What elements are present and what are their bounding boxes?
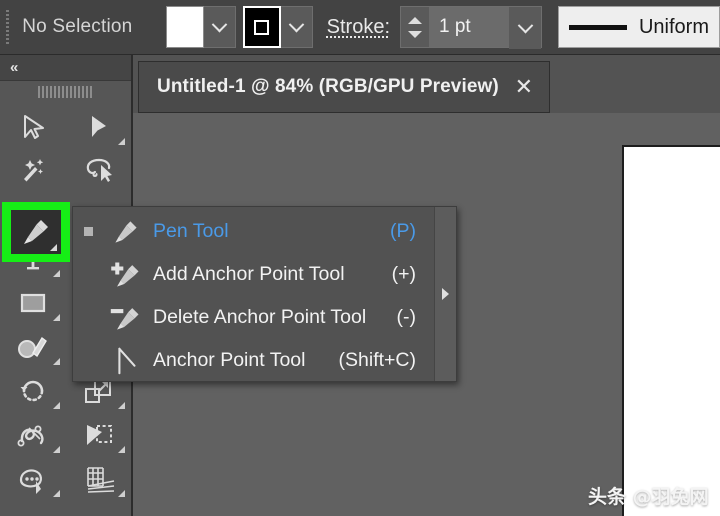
menu-item-shortcut: (P) xyxy=(390,220,416,242)
chevron-down-icon xyxy=(288,16,304,32)
sidebar-item-shaper-tool[interactable] xyxy=(0,325,66,369)
pen-nib-icon xyxy=(99,217,153,247)
flyout-corner-icon xyxy=(118,138,125,145)
selected-bullet xyxy=(77,227,99,236)
sidebar-item-rotate-tool[interactable] xyxy=(0,369,66,413)
magic-wand-icon xyxy=(23,159,43,182)
tear-off-arrow-icon xyxy=(442,288,449,300)
flyout-corner-icon xyxy=(118,446,125,453)
stroke-weight-label[interactable]: Stroke: xyxy=(327,16,390,39)
flyout-corner-icon xyxy=(118,490,125,497)
control-bar-grip-icon[interactable] xyxy=(5,10,11,44)
pen-tool-highlight-box xyxy=(2,202,70,262)
rotate-icon xyxy=(20,380,44,402)
fill-dropdown-button[interactable] xyxy=(203,6,236,48)
tool-panel-header: « xyxy=(0,55,131,81)
flyout-corner-icon xyxy=(52,402,60,409)
sidebar-item-lasso-tool[interactable] xyxy=(66,149,132,193)
pen-plus-icon xyxy=(99,259,153,291)
artboard[interactable] xyxy=(622,145,720,516)
fill-swatch[interactable] xyxy=(165,6,204,48)
pen-tool-button[interactable] xyxy=(11,210,61,254)
sidebar-item-magic-wand-tool[interactable] xyxy=(0,149,66,193)
stroke-weight-stepper[interactable]: 1 pt xyxy=(400,6,542,49)
flyout-corner-icon xyxy=(52,490,60,497)
menu-item-pen-tool[interactable]: Pen Tool (P) xyxy=(73,210,434,253)
sidebar-item-free-transform-tool[interactable] xyxy=(66,413,132,457)
watermark-text: 头条 @羽兔网 xyxy=(588,486,709,508)
stepper-arrows[interactable] xyxy=(401,7,429,47)
stroke-weight-dropdown-button[interactable] xyxy=(509,7,541,49)
document-tab-title: Untitled-1 @ 84% (RGB/GPU Preview) xyxy=(157,76,499,97)
triangle-down-icon[interactable] xyxy=(408,30,422,38)
fill-color-group xyxy=(165,6,236,48)
rectangle-icon xyxy=(20,293,45,313)
double-chevron-left-icon[interactable]: « xyxy=(10,59,18,76)
flyout-corner-icon xyxy=(50,244,57,251)
menu-item-label: Add Anchor Point Tool xyxy=(153,263,345,285)
tool-panel-grip-icon[interactable] xyxy=(0,81,131,103)
stroke-profile-selector[interactable]: Uniform xyxy=(558,6,720,48)
close-x-icon[interactable]: ✕ xyxy=(515,76,533,98)
lasso-icon xyxy=(87,158,113,182)
menu-item-shortcut: (Shift+C) xyxy=(338,349,416,371)
stroke-dropdown-button[interactable] xyxy=(280,6,313,48)
stroke-swatch-inner xyxy=(254,19,270,35)
sidebar-item-selection-tool[interactable] xyxy=(0,105,66,149)
arrow-cursor-icon xyxy=(23,115,44,139)
flyout-corner-icon xyxy=(52,314,60,321)
sidebar-item-perspective-grid-tool[interactable] xyxy=(66,457,132,501)
stroke-color-group xyxy=(242,6,313,48)
menu-item-shortcut: (-) xyxy=(396,306,416,328)
flyout-corner-icon xyxy=(118,402,125,409)
stroke-profile-label: Uniform xyxy=(638,15,709,38)
control-bar: No Selection Stroke: 1 pt Uniform xyxy=(0,0,720,55)
perspective-grid-icon xyxy=(87,467,115,493)
width-warp-icon xyxy=(17,425,44,447)
chevron-down-icon xyxy=(211,16,228,32)
menu-item-add-anchor-point-tool[interactable]: Add Anchor Point Tool (+) xyxy=(73,253,434,296)
sidebar-item-direct-selection-tool[interactable] xyxy=(66,105,132,149)
flyout-corner-icon xyxy=(52,270,60,277)
pen-nib-icon xyxy=(24,220,48,244)
free-transform-icon xyxy=(87,425,113,445)
document-tab[interactable]: Untitled-1 @ 84% (RGB/GPU Preview) ✕ xyxy=(138,61,550,113)
triangle-up-icon[interactable] xyxy=(408,16,422,24)
selection-status-label: No Selection xyxy=(22,16,133,37)
tear-off-strip[interactable] xyxy=(434,207,456,381)
pen-minus-icon xyxy=(99,302,153,334)
menu-item-label: Pen Tool xyxy=(153,220,229,242)
menu-item-delete-anchor-point-tool[interactable]: Delete Anchor Point Tool (-) xyxy=(73,296,434,339)
pen-tool-flyout-menu: Pen Tool (P) Add Anchor Point Tool (+) D… xyxy=(72,206,457,382)
menu-item-label: Delete Anchor Point Tool xyxy=(153,306,367,328)
menu-item-label: Anchor Point Tool xyxy=(153,349,306,371)
flyout-corner-icon xyxy=(52,446,60,453)
anchor-point-icon xyxy=(99,345,153,377)
stroke-swatch[interactable] xyxy=(242,6,281,48)
shaper-pencil-icon xyxy=(17,336,47,358)
flyout-item-list: Pen Tool (P) Add Anchor Point Tool (+) D… xyxy=(73,207,434,381)
stroke-weight-input[interactable]: 1 pt xyxy=(429,7,509,47)
flyout-corner-icon xyxy=(52,358,60,365)
sidebar-item-width-tool[interactable] xyxy=(0,413,66,457)
uniform-profile-icon xyxy=(569,24,627,30)
shape-builder-icon xyxy=(19,469,42,494)
sidebar-item-rectangle-tool[interactable] xyxy=(0,281,66,325)
sidebar-item-shape-builder-tool[interactable] xyxy=(0,457,66,501)
illustrator-window: No Selection Stroke: 1 pt Uniform Untitl… xyxy=(0,0,720,516)
menu-item-anchor-point-tool[interactable]: Anchor Point Tool (Shift+C) xyxy=(73,339,434,382)
menu-item-shortcut: (+) xyxy=(391,263,416,285)
white-arrow-cursor-icon xyxy=(92,116,107,137)
chevron-down-icon xyxy=(517,17,533,33)
grip-dots xyxy=(37,86,94,98)
